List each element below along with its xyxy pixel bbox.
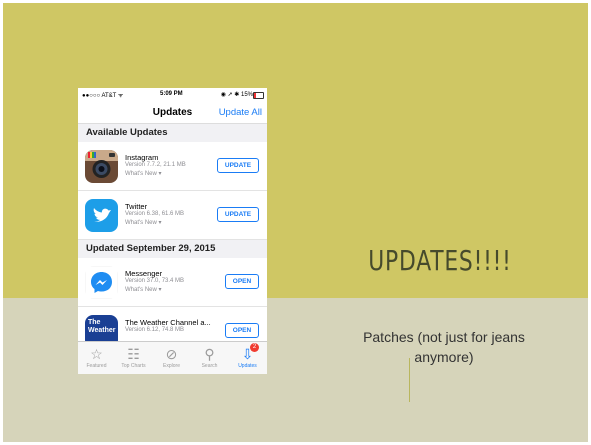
status-time: 5:09 PM [160, 91, 183, 97]
app-store-screenshot: ●●○○○ AT&T ᯤ 5:09 PM ◉ ➚ ✱ 15% Updates U… [78, 88, 267, 374]
app-meta: Version 6.38, 61.6 MB [125, 211, 185, 217]
update-button[interactable]: UPDATE [217, 207, 259, 222]
section-header-updated: Updated September 29, 2015 [78, 240, 267, 258]
updates-icon: ⇩ [241, 346, 254, 362]
search-icon: ⚲ [204, 346, 215, 362]
list-item[interactable]: Messenger Version 37.0, 73.4 MB What's N… [78, 258, 267, 307]
tab-updates[interactable]: ⇩ 2 Updates [229, 343, 266, 369]
updates-badge: 2 [250, 343, 259, 352]
tab-search[interactable]: ⚲ Search [191, 345, 228, 369]
star-icon: ☆ [90, 346, 103, 362]
tab-label: Top Charts [121, 363, 146, 369]
status-carrier: ●●○○○ AT&T ᯤ [82, 93, 124, 99]
tab-featured[interactable]: ☆ Featured [78, 345, 115, 369]
list-icon: ☷ [127, 346, 140, 362]
app-name: Twitter [125, 202, 148, 211]
open-button[interactable]: OPEN [225, 323, 259, 338]
whats-new-link[interactable]: What's New ▾ [125, 286, 162, 293]
tab-explore[interactable]: ⊘ Explore [153, 345, 190, 369]
nav-bar: Updates Update All [78, 101, 267, 124]
text-cursor-line [409, 358, 410, 402]
slide-title: UPDATES!!!! [368, 244, 512, 277]
tab-top-charts[interactable]: ☷ Top Charts [115, 345, 152, 369]
status-indicators: ◉ ➚ ✱ 15% [220, 92, 253, 98]
list-item[interactable]: Twitter Version 6.38, 61.6 MB What's New… [78, 191, 267, 240]
tab-bar: ☆ Featured ☷ Top Charts ⊘ Explore ⚲ Sear… [78, 341, 267, 374]
section-header-available: Available Updates [78, 124, 267, 142]
app-name: The Weather Channel a... [125, 318, 211, 327]
twitter-icon [85, 199, 118, 232]
list-item[interactable]: Instagram Version 7.7.2, 21.1 MB What's … [78, 142, 267, 191]
open-button[interactable]: OPEN [225, 274, 259, 289]
update-button[interactable]: UPDATE [217, 158, 259, 173]
tab-label: Updates [238, 363, 257, 369]
app-meta: Version 6.12, 74.8 MB [125, 327, 185, 333]
tab-label: Explore [163, 363, 180, 369]
tab-label: Featured [86, 363, 107, 369]
tab-label: Search [201, 363, 218, 369]
compass-icon: ⊘ [165, 346, 178, 362]
instagram-icon [85, 150, 118, 183]
update-all-button[interactable]: Update All [219, 107, 262, 118]
app-name: Instagram [125, 153, 159, 162]
app-name: Messenger [125, 269, 163, 278]
weather-icon-text: The Weather [88, 319, 116, 334]
messenger-icon [85, 266, 118, 299]
battery-icon [253, 92, 264, 99]
app-meta: Version 37.0, 73.4 MB [125, 278, 185, 284]
slide: ●●○○○ AT&T ᯤ 5:09 PM ◉ ➚ ✱ 15% Updates U… [0, 0, 591, 445]
status-bar: ●●○○○ AT&T ᯤ 5:09 PM ◉ ➚ ✱ 15% [78, 88, 267, 101]
app-meta: Version 7.7.2, 21.1 MB [125, 162, 186, 168]
whats-new-link[interactable]: What's New ▾ [125, 170, 162, 177]
whats-new-link[interactable]: What's New ▾ [125, 219, 162, 226]
slide-body-text: Patches (not just for jeans anymore) [363, 329, 525, 365]
